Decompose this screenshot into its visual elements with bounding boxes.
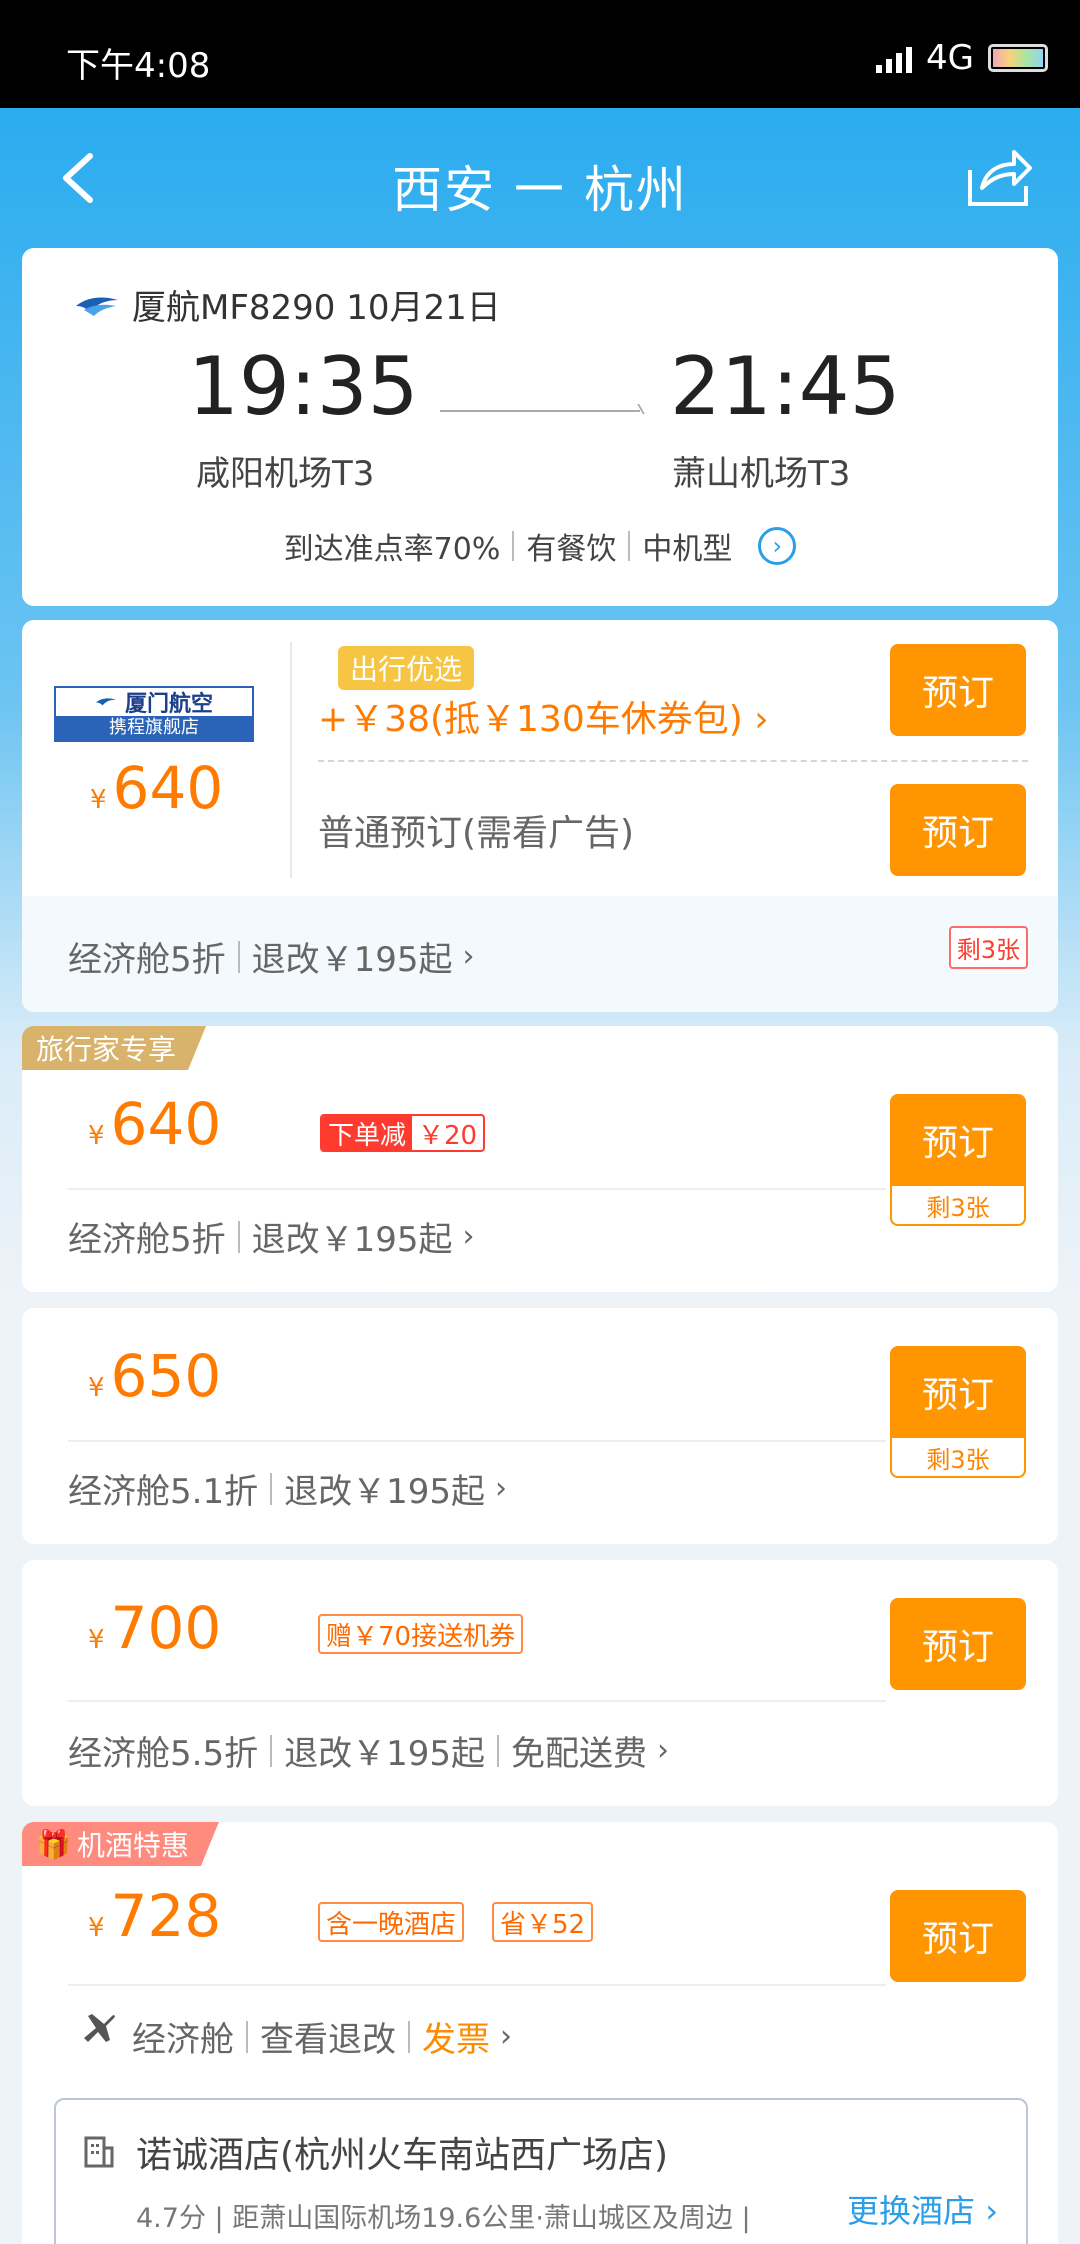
chevron-right-icon: › xyxy=(462,939,475,974)
chevron-right-icon: › xyxy=(656,1733,669,1768)
cabin-info[interactable]: 经济舱5折 退改￥195起 › xyxy=(68,932,475,981)
plane-icon xyxy=(84,2014,115,2042)
signal-icon xyxy=(876,43,913,73)
promo-link[interactable]: +￥38(抵￥130车休券包) › xyxy=(318,690,769,742)
meal-info: 有餐饮 xyxy=(526,532,617,567)
aircraft-size: 中机型 xyxy=(642,532,733,567)
offer-card-flight-hotel: 🎁 机酒特惠 ¥728 含一晚酒店 省￥52 预订 经济舱 查看退改 发票 › 诺… xyxy=(22,1822,1058,2244)
arrive-airport: 萧山机场T3 xyxy=(672,454,851,494)
arrive-time: 21:45 xyxy=(670,340,901,433)
share-icon[interactable] xyxy=(964,144,1034,210)
price: ¥640 xyxy=(88,1090,222,1158)
change-hotel-link[interactable]: 更换酒店 › xyxy=(847,2186,998,2232)
xiamen-airlines-logo-icon xyxy=(76,297,118,316)
price: ¥640 xyxy=(90,754,224,822)
hotel-box[interactable]: 诺诚酒店(杭州火车南站西广场店) 4.7分 | 距萧山国际机场19.6公里·萧山… xyxy=(54,2098,1028,2244)
chevron-right-icon: › xyxy=(462,1219,475,1254)
book-button[interactable]: 预订 xyxy=(890,1890,1026,1982)
hotel-icon xyxy=(84,2136,114,2168)
book-button[interactable]: 预订 剩3张 xyxy=(890,1346,1026,1478)
offer-card-700: ¥700 赠￥70接送机券 预订 经济舱5.5折 退改￥195起 免配送费 › xyxy=(22,1560,1058,1806)
remaining-seats: 剩3张 xyxy=(948,926,1028,969)
logo-bottom-text: 携程旗舰店 xyxy=(56,716,252,740)
offer-footer: 经济舱5折 退改￥195起 › 剩3张 xyxy=(22,896,1058,1012)
depart-airport: 咸阳机场T3 xyxy=(196,454,375,494)
offer-card-650: ¥650 预订 剩3张 经济舱5.1折 退改￥195起 › xyxy=(22,1308,1058,1544)
hotel-name: 诺诚酒店(杭州火车南站西广场店) xyxy=(136,2135,669,2176)
nav-bar: 西安 一 杭州 xyxy=(0,108,1080,248)
plain-order-label: 普通预订(需看广告) xyxy=(318,813,635,854)
more-info-icon[interactable]: › xyxy=(758,527,797,565)
chevron-right-icon: › xyxy=(985,2192,998,2230)
remaining-seats: 剩3张 xyxy=(890,1186,1026,1226)
flight-arrow xyxy=(440,410,640,412)
battery-icon xyxy=(988,44,1048,72)
price: ¥650 xyxy=(88,1342,222,1410)
price: ¥700 xyxy=(88,1594,222,1662)
status-bar: 下午4:08 4G xyxy=(0,0,1080,108)
flight-tags: 到达准点率70% 有餐饮 中机型 › xyxy=(22,524,1058,568)
cabin-info[interactable]: 经济舱 查看退改 发票 › xyxy=(132,2012,512,2061)
airline-flight-date: 厦航MF8290 10月21日 xyxy=(132,288,501,328)
status-time: 下午4:08 xyxy=(66,46,211,86)
depart-time: 19:35 xyxy=(188,340,419,433)
book-button[interactable]: 预订 xyxy=(890,1598,1026,1690)
airline-mini-icon xyxy=(95,698,117,706)
gift-icon: 🎁 xyxy=(36,1827,71,1861)
gift-coupon-tag: 赠￥70接送机券 xyxy=(318,1614,524,1654)
ontime-rate: 到达准点率70% xyxy=(283,532,501,567)
logo-top-text: 厦门航空 xyxy=(124,692,213,717)
offer-card-traveler: 旅行家专享 ¥640 下单减 ￥20 预订 剩3张 经济舱5折 退改￥195起 › xyxy=(22,1026,1058,1292)
page-title: 西安 一 杭州 xyxy=(392,161,688,219)
price: ¥728 xyxy=(88,1882,222,1950)
flagship-store-logo: 厦门航空 携程旗舰店 xyxy=(54,686,254,742)
cabin-info[interactable]: 经济舱5.5折 退改￥195起 免配送费 › xyxy=(68,1726,669,1775)
cabin-info[interactable]: 经济舱5.1折 退改￥195起 › xyxy=(68,1464,507,1513)
status-icons: 4G xyxy=(876,38,1048,78)
network-label: 4G xyxy=(926,38,974,78)
preferred-badge: 出行优选 xyxy=(338,646,475,690)
flight-hotel-deal-tag: 🎁 机酒特惠 xyxy=(22,1822,219,1866)
offer-card-flagship: 厦门航空 携程旗舰店 ¥640 出行优选 +￥38(抵￥130车休券包) › 预… xyxy=(22,620,1058,1012)
remaining-seats: 剩3张 xyxy=(890,1438,1026,1478)
book-button-plain[interactable]: 预订 xyxy=(890,784,1026,876)
chevron-right-icon: › xyxy=(494,1471,507,1506)
flight-info-card: 厦航MF8290 10月21日 19:35 21:45 咸阳机场T3 萧山机场T… xyxy=(22,248,1058,606)
order-discount-tag: 下单减 ￥20 xyxy=(320,1114,486,1152)
page: 下午4:08 4G 西安 一 杭州 厦航MF8290 10月21日 19:35 … xyxy=(0,0,1080,2244)
traveler-exclusive-tag: 旅行家专享 xyxy=(22,1026,206,1070)
book-button[interactable]: 预订 剩3张 xyxy=(890,1094,1026,1226)
book-button-promo[interactable]: 预订 xyxy=(890,644,1026,736)
chevron-right-icon: › xyxy=(500,2019,512,2054)
airline-line: 厦航MF8290 10月21日 xyxy=(74,280,501,329)
hotel-included-tag: 含一晚酒店 xyxy=(318,1902,465,1942)
cabin-info[interactable]: 经济舱5折 退改￥195起 › xyxy=(68,1212,475,1261)
saving-tag: 省￥52 xyxy=(492,1902,594,1942)
hotel-meta: 4.7分 | 距萧山国际机场19.6公里·萧山城区及周边 | xyxy=(136,2203,751,2234)
